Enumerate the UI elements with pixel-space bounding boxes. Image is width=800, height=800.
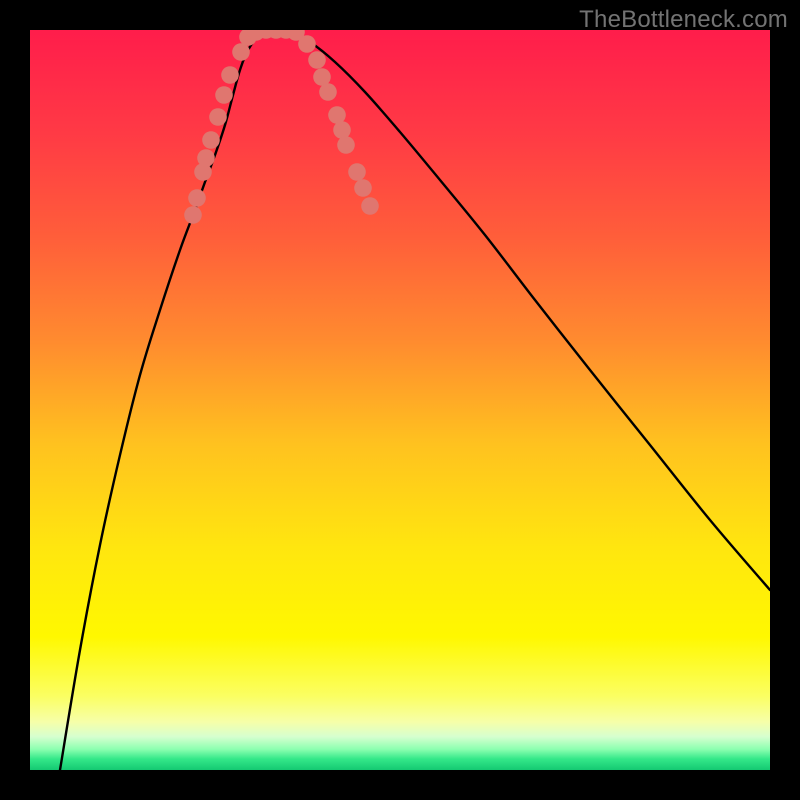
data-dots <box>184 30 379 224</box>
data-dot <box>184 206 202 224</box>
data-dot <box>328 106 346 124</box>
data-dot <box>202 131 220 149</box>
plot-area <box>30 30 770 770</box>
data-dot <box>215 86 233 104</box>
data-dot <box>319 83 337 101</box>
watermark-text: TheBottleneck.com <box>579 6 788 34</box>
data-dot <box>354 179 372 197</box>
data-dot <box>221 66 239 84</box>
data-dot <box>313 68 331 86</box>
data-dot <box>298 35 316 53</box>
data-dot <box>308 51 326 69</box>
data-dot <box>197 149 215 167</box>
data-dot <box>348 163 366 181</box>
data-dot <box>361 197 379 215</box>
chart-frame: TheBottleneck.com <box>0 0 800 800</box>
data-dot <box>209 108 227 126</box>
data-dot <box>232 43 250 61</box>
data-dot <box>188 189 206 207</box>
data-dot <box>337 136 355 154</box>
bottleneck-curve <box>60 30 770 770</box>
chart-svg <box>30 30 770 770</box>
data-dot <box>333 121 351 139</box>
